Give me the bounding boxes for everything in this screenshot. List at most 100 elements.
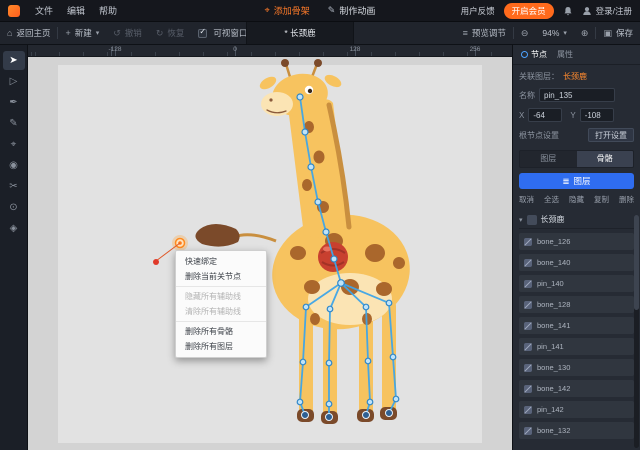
bone-item-icon <box>524 300 532 309</box>
bone-list-item[interactable]: pin_142 <box>519 401 634 418</box>
bone-list-item[interactable]: pin_141 <box>519 338 634 355</box>
user-feedback-link[interactable]: 用户反馈 <box>461 5 495 17</box>
tree-root-label: 长颈鹿 <box>540 215 565 224</box>
bone-item-icon <box>524 342 532 351</box>
bone-tree: ▾ 长颈鹿 bone_126 bone_140 pin_140 bone_128 <box>519 211 634 439</box>
ctx-quick-bind[interactable]: 快速绑定 <box>176 254 266 269</box>
bone-list-item[interactable]: bone_130 <box>519 359 634 376</box>
ruler-labels: -128 0 128 256 <box>28 45 512 56</box>
panel-scrollbar[interactable] <box>634 215 639 448</box>
tab-bones[interactable]: 骨骼 <box>576 151 633 167</box>
tool-hand[interactable]: ◈ <box>3 219 25 238</box>
tab-properties[interactable]: 属性 <box>557 49 573 60</box>
layers-icon: ≣ <box>562 175 570 186</box>
linked-layer-label: 关联图层： <box>519 72 559 81</box>
name-label: 名称 <box>519 90 535 100</box>
bone-list-item[interactable]: pin_140 <box>519 275 634 292</box>
tab-layers[interactable]: 图层 <box>520 151 577 167</box>
layer-button[interactable]: ≣ 图层 <box>519 173 634 189</box>
document-tab[interactable]: * 长颈鹿 <box>246 22 354 44</box>
user-avatar-icon <box>582 6 591 15</box>
node-icon <box>521 51 528 58</box>
tool-pencil[interactable]: ✎ <box>3 114 25 133</box>
mode-add-skeleton[interactable]: ⌖ 添加骨架 <box>265 4 310 17</box>
tool-zoom[interactable]: ⊙ <box>3 198 25 217</box>
chevron-down-icon: ▾ <box>563 30 567 37</box>
tab-node[interactable]: 节点 <box>521 49 547 60</box>
y-input[interactable] <box>579 108 614 122</box>
redo-button[interactable]: ↻ 恢复 <box>149 22 192 44</box>
menu-help[interactable]: 帮助 <box>92 4 124 17</box>
open-settings-button[interactable]: 打开设置 <box>588 128 634 142</box>
toolbar-right: ≡ 预览调节 ⊖ 94% ▾ ⊕ ▣ 保存 <box>456 22 640 44</box>
tool-pin[interactable]: ◉ <box>3 156 25 175</box>
bone-list-item[interactable]: bone_142 <box>519 380 634 397</box>
save-button[interactable]: ▣ 保存 <box>596 22 640 44</box>
bell-icon[interactable] <box>563 6 573 16</box>
pen-icon: ✎ <box>327 5 336 15</box>
ctx-clear-all-guides[interactable]: 清除所有辅助线 <box>176 304 266 319</box>
zoom-in-icon: ⊕ <box>580 27 589 38</box>
op-delete[interactable]: 删除 <box>619 194 634 205</box>
bone-list-item[interactable]: bone_128 <box>519 296 634 313</box>
panel-scrollbar-thumb[interactable] <box>634 215 639 310</box>
back-home-button[interactable]: ⌂ 返回主页 <box>0 22 57 44</box>
bone-icon: ⌖ <box>264 5 270 15</box>
menubar: 文件 编辑 帮助 ⌖ 添加骨架 ✎ 制作动画 用户反馈 开启会员 登录/注册 <box>0 0 640 22</box>
layer-bone-tabs: 图层 骨骼 <box>519 150 634 168</box>
tool-pen[interactable]: ✒ <box>3 93 25 112</box>
zoom-in-button[interactable]: ⊕ <box>574 22 596 44</box>
login-link[interactable]: 登录/注册 <box>582 5 632 17</box>
op-select-all[interactable]: 全选 <box>544 194 559 205</box>
login-label: 登录/注册 <box>595 5 632 16</box>
bone-item-icon <box>524 405 532 414</box>
linked-layer-value: 长颈鹿 <box>563 72 587 81</box>
tool-select[interactable]: ➤ <box>2 51 25 70</box>
tree-root-item[interactable]: ▾ 长颈鹿 <box>519 211 634 229</box>
giraffe-artwork <box>153 59 410 424</box>
ctx-delete-all-bones[interactable]: 删除所有骨骼 <box>176 321 266 339</box>
ctx-hide-all-guides[interactable]: 隐藏所有辅助线 <box>176 286 266 304</box>
ruler-label: -128 <box>108 46 122 53</box>
x-input[interactable] <box>528 108 563 122</box>
bone-item-icon <box>524 321 532 330</box>
tool-direct-select[interactable]: ▷ <box>3 72 25 91</box>
canvas[interactable]: 快速绑定 删除当前关节点 隐藏所有辅助线 清除所有辅助线 删除所有骨骼 删除所有图层 <box>28 57 512 450</box>
op-cancel[interactable]: 取消 <box>519 194 534 205</box>
bone-list-item[interactable]: bone_126 <box>519 233 634 250</box>
name-input[interactable] <box>539 88 615 102</box>
mode-add-skeleton-label: 添加骨架 <box>273 6 310 16</box>
bone-list-item[interactable]: bone_141 <box>519 317 634 334</box>
bone-item-icon <box>524 384 532 393</box>
menu-file[interactable]: 文件 <box>28 4 60 17</box>
op-hide[interactable]: 隐藏 <box>569 194 584 205</box>
toolbar: ⌂ 返回主页 + 新建 ▾ ↺ 撤销 ↻ 恢复 可视窗口 * 长颈鹿 ≡ 预览调… <box>0 22 640 45</box>
tool-bone[interactable]: ⌖ <box>3 135 25 154</box>
menubar-right: 用户反馈 开启会员 登录/注册 <box>461 2 632 19</box>
context-menu: 快速绑定 删除当前关节点 隐藏所有辅助线 清除所有辅助线 删除所有骨骼 删除所有图层 <box>175 250 267 358</box>
zoom-level[interactable]: 94% ▾ <box>535 22 574 44</box>
bone-list-item[interactable]: bone_140 <box>519 254 634 271</box>
tool-palette: ➤ ▷ ✒ ✎ ⌖ ◉ ✂ ⊙ ◈ <box>0 45 28 450</box>
visible-window-checkbox[interactable]: 可视窗口 <box>191 22 254 44</box>
mode-make-animation[interactable]: ✎ 制作动画 <box>328 4 376 17</box>
ruler-label: 256 <box>469 46 481 53</box>
root-node-label: 根节点设置 <box>519 130 559 140</box>
vip-button[interactable]: 开启会员 <box>503 2 554 19</box>
bone-list: bone_126 bone_140 pin_140 bone_128 bone_… <box>519 233 634 439</box>
undo-icon: ↺ <box>113 27 121 38</box>
zoom-out-button[interactable]: ⊖ <box>514 22 536 44</box>
menu-edit[interactable]: 编辑 <box>60 4 92 17</box>
bone-item-icon <box>524 363 532 372</box>
x-label: X <box>519 110 525 120</box>
tool-cut[interactable]: ✂ <box>3 177 25 196</box>
preview-adjust-button[interactable]: ≡ 预览调节 <box>456 22 513 44</box>
new-button[interactable]: + 新建 ▾ <box>58 22 106 44</box>
plus-icon: + <box>65 28 71 38</box>
panel-tabs: 节点 属性 <box>513 45 640 65</box>
bone-list-item[interactable]: bone_132 <box>519 422 634 439</box>
op-copy[interactable]: 复制 <box>594 194 609 205</box>
undo-button[interactable]: ↺ 撤销 <box>106 22 149 44</box>
ctx-delete-current-joint[interactable]: 删除当前关节点 <box>176 269 266 284</box>
ctx-delete-all-layers[interactable]: 删除所有图层 <box>176 339 266 354</box>
